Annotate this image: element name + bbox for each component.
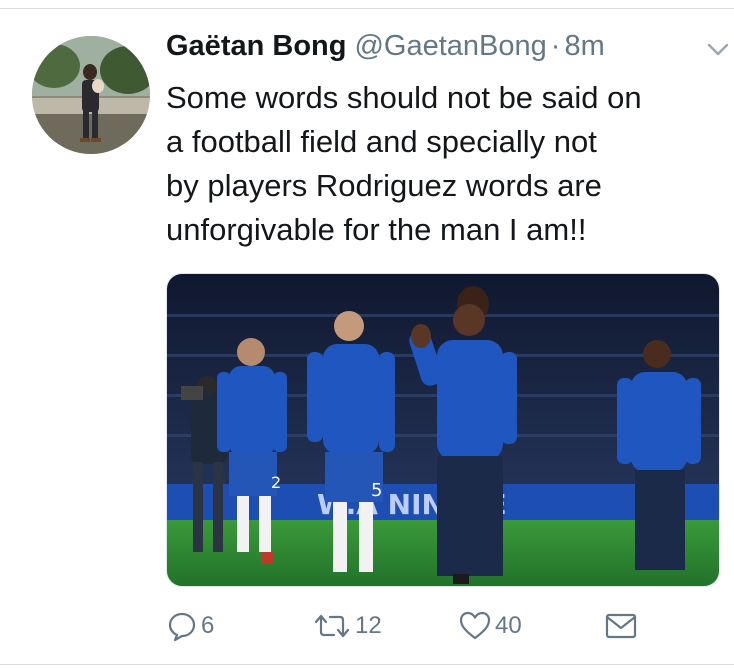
tweet-text: Some words should not be said on a footb… — [166, 76, 726, 252]
tweet-text-line: unforgivable for the man I am!! — [166, 212, 587, 247]
svg-text:2: 2 — [271, 473, 281, 492]
tweet-actions: 6 12 40 — [166, 604, 726, 648]
tweet-header: Gaëtan Bong @GaetanBong · 8m — [166, 30, 729, 74]
chevron-down-icon[interactable] — [700, 32, 734, 68]
bottom-divider — [0, 664, 734, 665]
avatar[interactable] — [32, 36, 150, 154]
author-handle[interactable]: @GaetanBong — [354, 30, 546, 62]
tweet-text-line: Some words should not be said on — [166, 80, 642, 115]
header-separator: · — [550, 30, 561, 62]
like-button[interactable]: 40 — [458, 604, 522, 648]
tweet-text-line: a football field and specially not — [166, 124, 597, 159]
reply-count: 6 — [201, 612, 215, 639]
author-display-name[interactable]: Gaëtan Bong — [166, 30, 346, 62]
football-players-photo: W.A NINTHE 2 5 — [167, 274, 719, 586]
like-count: 40 — [495, 612, 522, 639]
svg-text:5: 5 — [371, 480, 382, 501]
tweet-photo[interactable]: W.A NINTHE 2 5 — [166, 273, 720, 587]
retweet-icon — [312, 610, 352, 642]
reply-icon — [166, 610, 198, 642]
tweet-timestamp[interactable]: 8m — [564, 30, 604, 62]
share-button[interactable] — [604, 604, 638, 648]
tweet-text-line: by players Rodriguez words are — [166, 168, 602, 203]
avatar-image — [32, 36, 150, 154]
heart-icon — [458, 610, 492, 642]
retweet-button[interactable]: 12 — [312, 604, 382, 648]
retweet-count: 12 — [355, 612, 382, 639]
top-divider — [0, 8, 734, 9]
envelope-icon — [604, 611, 638, 641]
reply-button[interactable]: 6 — [166, 604, 214, 648]
